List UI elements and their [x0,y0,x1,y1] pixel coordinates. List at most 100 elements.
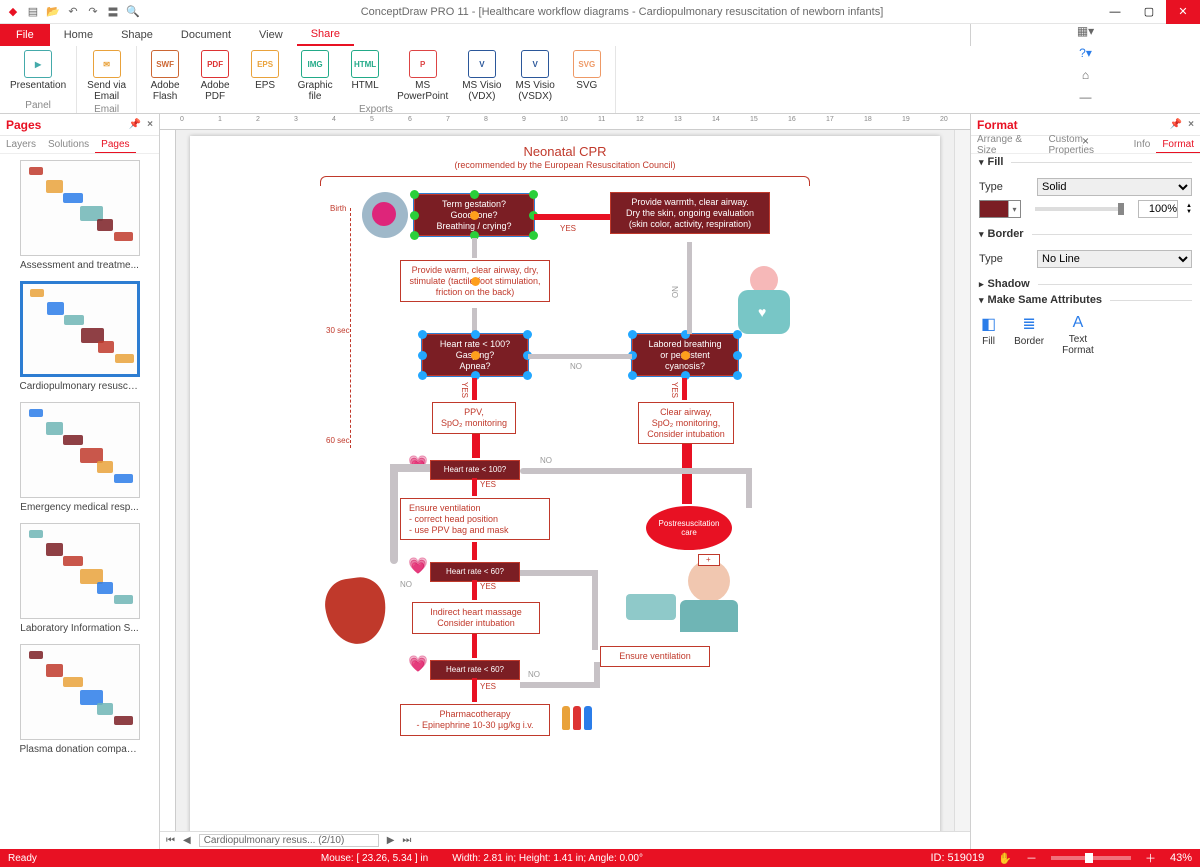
subtab-custom[interactable]: Custom Properties [1042,136,1127,153]
subtab-format[interactable]: Format [1156,136,1200,153]
tab-share[interactable]: Share [297,24,354,46]
section-fill-header[interactable]: Fill [971,154,1200,170]
drawing-page[interactable]: Neonatal CPR (recommended by the Europea… [190,136,940,831]
page-selector[interactable]: Cardiopulmonary resus... (2/10) [199,834,379,847]
subtab-info[interactable]: Info [1128,136,1157,153]
pin-icon[interactable]: 📌 [129,119,141,130]
node-hr60-2[interactable]: Heart rate < 60? [430,660,520,680]
hand-tool-icon[interactable]: ✋ [998,852,1012,865]
nav-prev-icon[interactable]: ◀ [183,835,191,846]
section-msa-header[interactable]: Make Same Attributes [971,292,1200,308]
page-thumb-1[interactable]: Cardiopulmonary resuscit... [6,281,153,392]
panel-close-icon-2[interactable]: × [1188,119,1194,130]
nav-last-icon[interactable]: ⏭ [402,835,411,846]
label-30sec: 30 sec [326,326,350,335]
heartbeat-icon-2: 💗 [408,556,428,576]
qat-save-icon[interactable]: 〓 [106,5,120,19]
qat-undo-icon[interactable]: ↶ [66,5,80,19]
panel-close-icon[interactable]: × [147,119,153,130]
msa-text-format[interactable]: AText Format [1062,314,1094,356]
export-p-button[interactable]: PMS PowerPoint [393,48,452,104]
tab-home[interactable]: Home [50,24,107,46]
label-yes-2: YES [460,382,469,398]
close-button[interactable]: ✕ [1166,0,1200,24]
qat-search-icon[interactable]: 🔍 [126,5,140,19]
heartbeat-icon-3: 💗 [408,654,428,674]
subtab-layers[interactable]: Layers [0,136,42,153]
qat-new-icon[interactable]: ▤ [26,5,40,19]
export-v-button[interactable]: VMS Visio (VSDX) [512,48,559,104]
document-bar: ⏮ ◀ Cardiopulmonary resus... (2/10) ▶ ⏭ [160,831,970,849]
node-term-gestation[interactable]: Term gestation? Good tone? Breathing / c… [414,194,534,236]
arrow-loop-left-top [390,464,430,472]
export-eps-button[interactable]: EPSEPS [243,48,287,93]
canvas[interactable]: Neonatal CPR (recommended by the Europea… [176,130,954,831]
node-postresus[interactable]: Postresuscitation care [646,506,732,550]
zoom-in-icon[interactable]: ＋ [1145,850,1156,866]
home-icon[interactable]: ⌂ [1082,68,1089,82]
app-icon: ◆ [6,5,20,19]
zoom-out-icon[interactable]: － [1026,850,1037,866]
node-clear-airway[interactable]: Clear airway, SpO₂ monitoring, Consider … [638,402,734,444]
opacity-input[interactable] [1138,200,1178,218]
border-type-select[interactable]: No Line [1037,250,1192,268]
export-swf-button[interactable]: SWFAdobe Flash [143,48,187,104]
export-html-button[interactable]: HTMLHTML [343,48,387,93]
node-ensure-vent-2[interactable]: Ensure ventilation [600,646,710,667]
export-svg-button[interactable]: SVGSVG [565,48,609,93]
send-email-button[interactable]: ✉ Send via Email [83,48,130,104]
msa-fill[interactable]: ◧Fill [981,314,996,356]
min2-icon[interactable]: — [1080,90,1092,104]
arrow-n1-n3 [472,238,477,258]
page-thumb-0[interactable]: Assessment and treatme... [6,160,153,271]
tab-shape[interactable]: Shape [107,24,167,46]
minimize-button[interactable]: — [1098,0,1132,24]
ribbon-group-exports: SWFAdobe FlashPDFAdobe PDFEPSEPSIMGGraph… [137,46,616,113]
vertical-scrollbar[interactable] [954,130,970,831]
tab-view[interactable]: View [245,24,297,46]
section-border-header[interactable]: Border [971,226,1200,242]
export-pdf-button[interactable]: PDFAdobe PDF [193,48,237,104]
presentation-button[interactable]: ▶ Presentation [6,48,70,93]
node-hr100[interactable]: Heart rate < 100? [430,460,520,480]
file-tab[interactable]: File [0,24,50,46]
node-provide-warmth[interactable]: Provide warmth, clear airway. Dry the sk… [610,192,770,234]
node-provide-warm[interactable]: Provide warm, clear airway, dry, stimula… [400,260,550,302]
arrow-n7-n10 [682,444,692,504]
node-indirect-massage[interactable]: Indirect heart massage Consider intubati… [412,602,540,634]
opacity-down[interactable]: ▼ [1186,209,1192,215]
nav-first-icon[interactable]: ⏮ [166,835,175,846]
node-hr100-gasping[interactable]: Heart rate < 100? Gasping? Apnea? [422,334,528,376]
node-ppv[interactable]: PPV, SpO₂ monitoring [432,402,516,434]
nav-next-icon[interactable]: ▶ [387,835,395,846]
subtab-solutions[interactable]: Solutions [42,136,95,153]
subtab-pages[interactable]: Pages [95,136,135,153]
fill-type-select[interactable]: Solid [1037,178,1192,196]
maximize-button[interactable]: ▢ [1132,0,1166,24]
qat-redo-icon[interactable]: ↷ [86,5,100,19]
help-icon[interactable]: ?▾ [1079,46,1092,60]
node-hr60-1[interactable]: Heart rate < 60? [430,562,520,582]
page-thumbnails: Assessment and treatme...Cardiopulmonary… [0,154,159,849]
export-img-button[interactable]: IMGGraphic file [293,48,337,104]
fill-color-swatch[interactable]: ▾ [979,200,1021,218]
page-thumb-3[interactable]: Laboratory Information S... [6,523,153,634]
opacity-slider[interactable] [1035,207,1124,211]
node-pharmaco[interactable]: Pharmacotherapy - Epinephrine 10-30 µg/k… [400,704,550,736]
pin-icon-2[interactable]: 📌 [1170,119,1182,130]
node-ensure-vent[interactable]: Ensure ventilation - correct head positi… [400,498,550,540]
anatomical-heart-icon [326,578,386,644]
section-shadow-header[interactable]: Shadow [971,276,1200,292]
grid-icon[interactable]: ▦▾ [1077,24,1094,38]
subtab-arrange[interactable]: Arrange & Size [971,136,1042,153]
export-v-button[interactable]: VMS Visio (VDX) [458,48,505,104]
page-thumb-4[interactable]: Plasma donation compati... [6,644,153,755]
tab-document[interactable]: Document [167,24,245,46]
arrow-n8-n9 [472,478,477,496]
zoom-slider[interactable] [1051,856,1131,860]
msa-border[interactable]: ≣Border [1014,314,1044,356]
label-no-1: NO [570,362,582,371]
arrow-n4-n6 [472,378,477,400]
page-thumb-2[interactable]: Emergency medical resp... [6,402,153,513]
qat-open-icon[interactable]: 📂 [46,5,60,19]
